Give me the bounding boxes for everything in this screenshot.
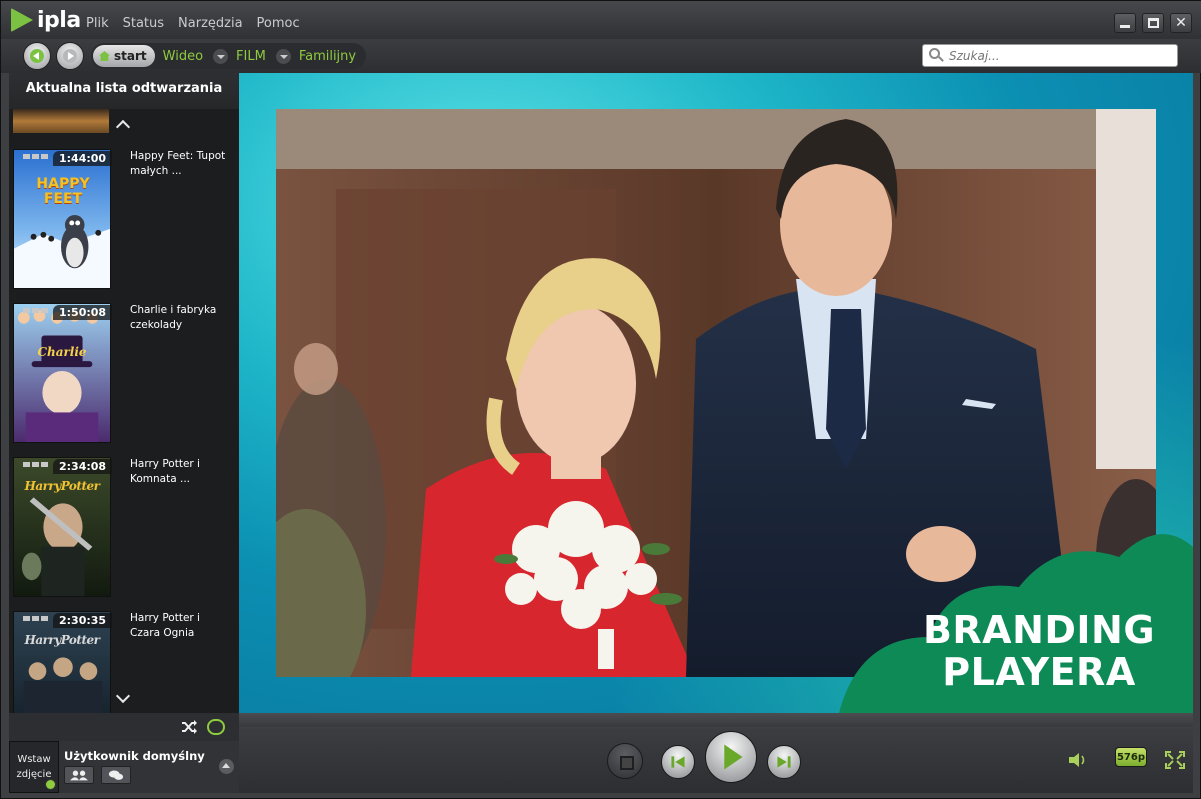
navigation-bar: start Wideo FILM Familijny xyxy=(1,39,1201,73)
back-button[interactable] xyxy=(23,42,51,70)
user-expand-button[interactable] xyxy=(219,759,234,774)
breadcrumb-dropdown-wideo[interactable] xyxy=(213,48,229,64)
repeat-icon[interactable] xyxy=(207,719,225,735)
play-button[interactable] xyxy=(705,731,757,783)
player-controls: 576p xyxy=(239,713,1193,793)
quality-badge[interactable]: 576p xyxy=(1115,747,1147,767)
movie-title: Charlie i fabryka czekolady xyxy=(130,304,217,331)
search-icon xyxy=(929,47,945,64)
start-label: start xyxy=(114,49,147,63)
search-input[interactable] xyxy=(949,48,1169,63)
fullscreen-icon[interactable] xyxy=(1165,751,1185,769)
movie-title: Harry Potter i Czara Ognia xyxy=(130,612,200,639)
play-icon xyxy=(724,744,743,770)
playlist-item[interactable]: 1:44:00 HAPPY FEET Happy Feet: Tupot mał… xyxy=(13,149,233,289)
close-button[interactable]: ✕ xyxy=(1170,13,1192,33)
breadcrumb-dropdown-film[interactable] xyxy=(275,48,291,64)
breadcrumb-familijny[interactable]: Familijny xyxy=(299,49,356,64)
breadcrumb-wideo[interactable]: Wideo xyxy=(163,49,203,64)
menu-status[interactable]: Status xyxy=(123,16,164,31)
video-stage: BRANDING PLAYERA xyxy=(239,73,1193,713)
poster-title: HarryPotter xyxy=(24,479,100,493)
chat-icon xyxy=(108,770,124,780)
playlist-item[interactable]: 2:34:08 HarryPotter Harry Potter i Komna… xyxy=(13,457,233,597)
previous-icon xyxy=(671,756,685,768)
user-name: Użytkownik domyślny xyxy=(64,749,205,763)
seek-bar[interactable] xyxy=(239,713,1193,727)
partial-poster xyxy=(13,109,109,133)
minimize-button[interactable] xyxy=(1114,13,1136,33)
movie-duration: 1:50:08 xyxy=(53,305,113,320)
chat-button[interactable] xyxy=(101,766,131,784)
close-icon: ✕ xyxy=(1175,15,1187,31)
forward-arrow-icon xyxy=(63,49,77,63)
maximize-button[interactable] xyxy=(1142,13,1164,33)
branding-text: BRANDING PLAYERA xyxy=(922,608,1156,694)
window-controls: ✕ xyxy=(1114,13,1192,33)
menu-bar: Plik Status Narzędzia Pomoc xyxy=(86,16,300,31)
poster-badges xyxy=(23,616,48,621)
movie-duration: 2:30:35 xyxy=(53,613,113,628)
movie-poster xyxy=(13,149,111,289)
friends-button[interactable] xyxy=(64,766,94,784)
breadcrumb: start Wideo FILM Familijny xyxy=(91,43,367,69)
breadcrumb-film[interactable]: FILM xyxy=(236,49,266,64)
movie-poster xyxy=(13,303,111,443)
next-button[interactable] xyxy=(767,745,801,779)
next-icon xyxy=(777,756,791,768)
ipla-logo-icon xyxy=(11,8,33,32)
menu-plik[interactable]: Plik xyxy=(86,16,109,31)
playlist: 1:44:00 HAPPY FEET Happy Feet: Tupot mał… xyxy=(9,109,239,713)
shuffle-icon[interactable] xyxy=(181,719,197,735)
menu-narzedzia[interactable]: Narzędzia xyxy=(178,16,243,31)
poster-badges xyxy=(23,462,48,467)
online-status-icon xyxy=(45,779,56,790)
maximize-icon xyxy=(1148,18,1159,28)
minimize-icon xyxy=(1120,25,1130,28)
breadcrumb-start-button[interactable]: start xyxy=(93,45,155,67)
search-box xyxy=(922,44,1178,67)
poster-badges xyxy=(23,154,48,159)
home-icon xyxy=(99,51,110,61)
volume-icon[interactable] xyxy=(1067,751,1089,769)
movie-duration: 2:34:08 xyxy=(53,459,113,474)
back-arrow-icon xyxy=(30,49,44,63)
friends-icon xyxy=(70,770,88,781)
poster-title: HAPPY FEET xyxy=(36,176,90,207)
movie-title: Happy Feet: Tupot małych ... xyxy=(130,150,226,177)
avatar-placeholder-text: Wstaw zdjęcie xyxy=(16,754,52,780)
poster-title: Charlie xyxy=(37,345,87,359)
avatar[interactable]: Wstaw zdjęcie xyxy=(9,741,59,793)
poster-title: HarryPotter xyxy=(24,633,100,647)
logo-text: ipla xyxy=(37,7,81,33)
menu-pomoc[interactable]: Pomoc xyxy=(257,16,300,31)
movie-poster xyxy=(13,457,111,597)
playlist-panel: Aktualna lista odtwarzania 1:44:00 HAPPY… xyxy=(9,73,239,713)
movie-title: Harry Potter i Komnata ... xyxy=(130,458,200,485)
forward-button[interactable] xyxy=(56,42,84,70)
ipla-logo: ipla xyxy=(11,7,81,33)
previous-button[interactable] xyxy=(661,745,695,779)
user-panel: Wstaw zdjęcie Użytkownik domyślny xyxy=(9,741,239,793)
scroll-up-button[interactable] xyxy=(115,117,131,131)
poster-badges xyxy=(23,308,48,313)
title-bar: ipla Plik Status Narzędzia Pomoc ✕ xyxy=(1,1,1201,39)
ipla-player-window: ipla Plik Status Narzędzia Pomoc ✕ start… xyxy=(0,0,1201,799)
playlist-title: Aktualna lista odtwarzania xyxy=(9,73,239,109)
playlist-tools xyxy=(9,713,239,741)
stop-button[interactable] xyxy=(607,743,643,779)
playlist-item[interactable]: 1:50:08 Charlie Charlie i fabryka czekol… xyxy=(13,303,233,443)
scroll-down-button[interactable] xyxy=(115,691,131,705)
branding-overlay: BRANDING PLAYERA xyxy=(839,517,1193,713)
movie-duration: 1:44:00 xyxy=(53,151,113,166)
